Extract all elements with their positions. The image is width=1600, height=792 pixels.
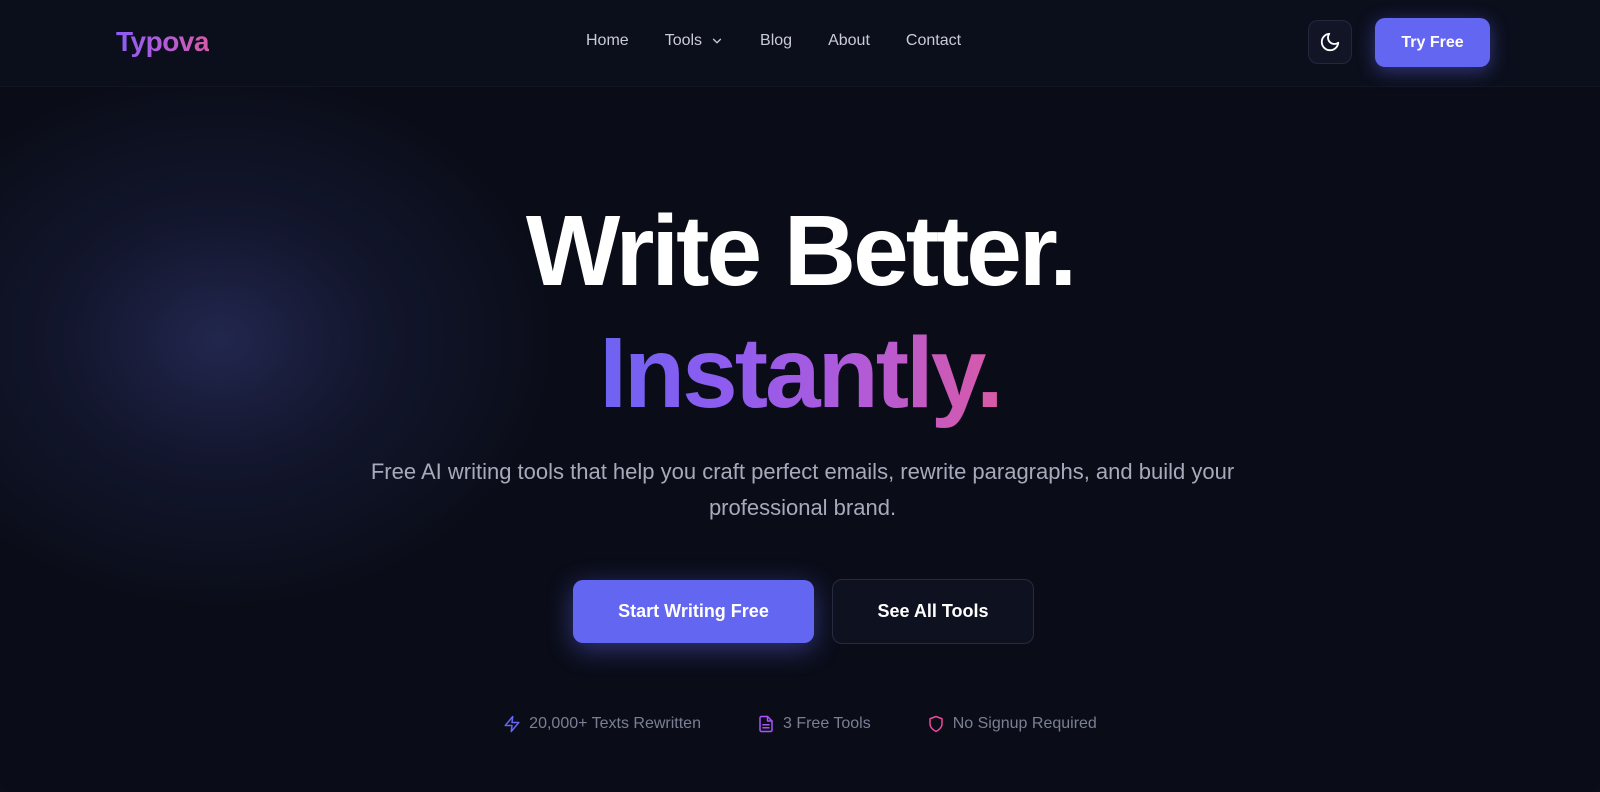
nav-item-blog[interactable]: Blog (760, 32, 792, 50)
lightning-icon (504, 715, 520, 733)
nav-item-label: Contact (905, 32, 962, 49)
stat-texts-rewritten: 20,000+ Texts Rewritten (503, 715, 701, 733)
stat-label: 3 Free Tools (782, 715, 871, 732)
hero-title-line1: Write Better. (525, 195, 1077, 307)
stat-label: No Signup Required (952, 715, 1097, 732)
chevron-down-icon (712, 38, 722, 44)
stat-no-signup: No Signup Required (927, 715, 1097, 733)
nav-item-home[interactable]: Home (586, 32, 629, 50)
start-writing-button[interactable]: Start Writing Free (573, 580, 814, 643)
nav-item-label: Home (586, 32, 629, 49)
shield-icon (928, 715, 943, 733)
nav-item-label: Blog (760, 32, 793, 49)
stats-bar: 20,000+ Texts Rewritten 3 Free Tools No … (0, 715, 1600, 733)
nav-item-tools[interactable]: Tools (665, 32, 724, 50)
hero-subtitle: Free AI writing tools that help you craf… (370, 459, 1235, 520)
see-all-tools-button[interactable]: See All Tools (832, 579, 1034, 644)
try-free-button[interactable]: Try Free (1375, 18, 1490, 67)
theme-toggle-button[interactable] (1308, 20, 1352, 64)
document-icon (759, 715, 773, 733)
stat-free-tools: 3 Free Tools (757, 715, 871, 733)
site-header: Typova Home Tools Blog About Contact Try… (0, 0, 1600, 87)
nav-item-about[interactable]: About (828, 32, 870, 50)
page: Typova Home Tools Blog About Contact Try… (0, 0, 1600, 792)
logo[interactable]: Typova (116, 26, 209, 58)
nav-item-label: Tools (664, 32, 703, 49)
nav-item-label: About (828, 32, 870, 49)
stat-label: 20,000+ Texts Rewritten (529, 715, 701, 732)
moon-icon (1320, 32, 1340, 52)
hero-title-gradient-text: Instantly. (599, 317, 1004, 429)
hero-title-line2: Instantly. (0, 318, 1600, 428)
main-nav: Home Tools Blog About Contact (586, 32, 961, 50)
nav-item-contact[interactable]: Contact (906, 32, 961, 50)
